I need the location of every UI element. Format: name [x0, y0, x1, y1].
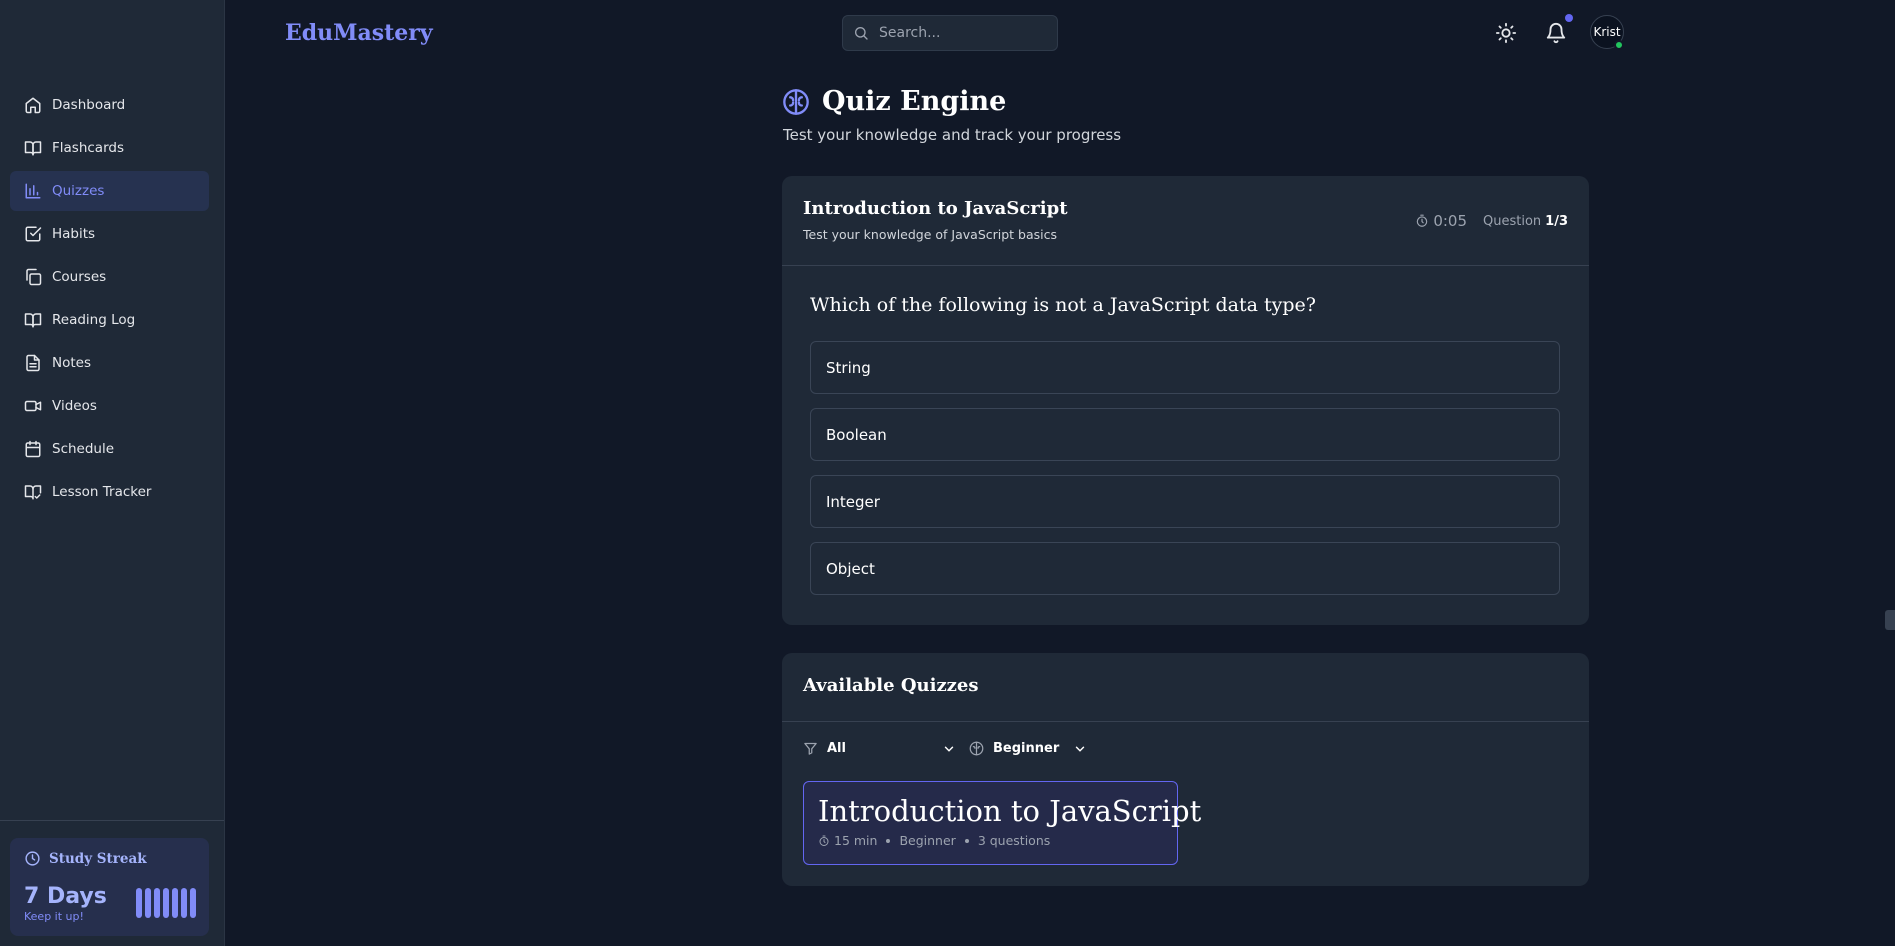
quiz-timer: 0:05 [1433, 212, 1467, 230]
bell-icon[interactable] [1545, 22, 1567, 44]
quiz-list-item[interactable]: Introduction to JavaScript 15 min Beginn… [803, 781, 1201, 865]
study-streak-subtitle: Keep it up! [24, 910, 84, 923]
search-input[interactable] [879, 25, 1039, 41]
sidebar-item-schedule[interactable]: Schedule [10, 429, 209, 469]
sidebar-item-label: Notes [52, 355, 91, 371]
sidebar-item-videos[interactable]: Videos [10, 386, 209, 426]
streak-day-bar [190, 888, 196, 918]
sun-icon[interactable] [1495, 22, 1517, 44]
timer-icon [819, 835, 829, 846]
available-quizzes-card: Available Quizzes All Beginner Introduct… [782, 653, 1589, 886]
answer-option[interactable]: Boolean [810, 408, 1560, 461]
category-filter-value: All [827, 741, 846, 756]
sidebar-item-label: Dashboard [52, 97, 126, 113]
level-filter-select[interactable]: Beginner [969, 741, 1087, 756]
quiz-question-count: 3 questions [977, 833, 1051, 848]
app-logo[interactable]: EduMastery [285, 20, 433, 46]
study-streak-bars [136, 888, 196, 918]
answer-option[interactable]: String [810, 341, 1560, 394]
home-icon [25, 97, 41, 114]
quiz-title: Introduction to JavaScript [803, 198, 1068, 219]
sidebar-item-label: Flashcards [52, 140, 124, 156]
streak-day-bar [163, 888, 169, 918]
quiz-description: Test your knowledge of JavaScript basics [803, 227, 1058, 242]
sidebar-item-flashcards[interactable]: Flashcards [10, 128, 209, 168]
brain-icon [783, 88, 809, 115]
page-title-text: Quiz Engine [822, 86, 1007, 117]
file-text-icon [26, 354, 40, 372]
answer-option[interactable]: Object [810, 542, 1560, 595]
copy-icon [26, 268, 42, 286]
online-status-dot [1614, 40, 1624, 50]
sidebar-item-label: Habits [52, 226, 96, 242]
sidebar-divider [0, 820, 224, 821]
chevron-down-icon [1075, 746, 1085, 752]
streak-day-bar [172, 888, 178, 918]
quiz-meta: 0:05 Question 1/3 [1415, 212, 1568, 230]
study-streak-title: Study Streak [49, 850, 147, 867]
question-text: Which of the following is not a JavaScri… [810, 294, 1316, 316]
question-label: Question [1483, 213, 1542, 229]
page-subtitle: Test your knowledge and track your progr… [783, 126, 1122, 144]
check-square-icon [25, 226, 42, 242]
sidebar-item-notes[interactable]: Notes [10, 343, 209, 383]
study-streak-card: Study Streak 7 Days Keep it up! [10, 838, 209, 936]
book-open-icon [24, 141, 42, 156]
notification-dot [1565, 14, 1573, 22]
timer-icon [1417, 214, 1428, 227]
study-streak-header: Study Streak [24, 850, 195, 867]
level-filter-value: Beginner [993, 741, 1060, 756]
quiz-duration: 15 min [834, 833, 878, 848]
sidebar-nav: Dashboard Flashcards Quizzes Habits Cour… [10, 85, 209, 515]
sidebar-item-label: Quizzes [52, 183, 105, 199]
sidebar-item-label: Lesson Tracker [52, 484, 152, 500]
answer-option[interactable]: Integer [810, 475, 1560, 528]
sidebar: Dashboard Flashcards Quizzes Habits Cour… [0, 0, 225, 946]
side-panel-toggle[interactable] [1885, 610, 1895, 630]
question-count: 1/3 [1545, 213, 1568, 229]
quiz-list-item-meta: 15 min Beginner 3 questions [818, 833, 1050, 848]
sidebar-item-label: Videos [52, 398, 97, 414]
page-title: Quiz Engine [782, 86, 1006, 117]
sidebar-item-courses[interactable]: Courses [10, 257, 209, 297]
clock-icon [25, 851, 40, 866]
sidebar-item-label: Reading Log [52, 312, 136, 328]
streak-day-bar [181, 888, 187, 918]
video-icon [24, 400, 42, 412]
separator-dot [886, 838, 891, 843]
brain-icon [969, 741, 984, 756]
book-check-icon [24, 485, 42, 500]
streak-day-bar [145, 888, 151, 918]
sidebar-item-reading-log[interactable]: Reading Log [10, 300, 209, 340]
sidebar-item-quizzes[interactable]: Quizzes [10, 171, 209, 211]
quiz-card: Introduction to JavaScript Test your kno… [782, 176, 1589, 625]
streak-day-bar [154, 888, 160, 918]
chevron-down-icon [944, 746, 954, 752]
separator-dot [964, 838, 969, 843]
filter-icon [804, 742, 817, 755]
book-open-icon [24, 313, 42, 328]
quiz-level: Beginner [899, 833, 956, 848]
sidebar-item-habits[interactable]: Habits [10, 214, 209, 254]
avatar-text: Krist [1593, 25, 1621, 39]
quiz-card-header: Introduction to JavaScript Test your kno… [782, 176, 1589, 266]
streak-day-bar [136, 888, 142, 918]
sidebar-item-dashboard[interactable]: Dashboard [10, 85, 209, 125]
bar-chart-icon [25, 183, 41, 199]
available-quizzes-header: Available Quizzes [782, 653, 1589, 722]
search-bar[interactable] [842, 15, 1058, 51]
search-icon [855, 27, 868, 40]
calendar-icon [25, 440, 41, 458]
sidebar-item-lesson-tracker[interactable]: Lesson Tracker [10, 472, 209, 512]
available-quizzes-title: Available Quizzes [803, 675, 979, 696]
study-streak-value: 7 Days [24, 884, 107, 909]
sidebar-item-label: Courses [52, 269, 107, 285]
category-filter-select[interactable]: All [803, 741, 956, 756]
sidebar-item-label: Schedule [52, 441, 115, 457]
quiz-list-item-title: Introduction to JavaScript [818, 794, 1202, 828]
